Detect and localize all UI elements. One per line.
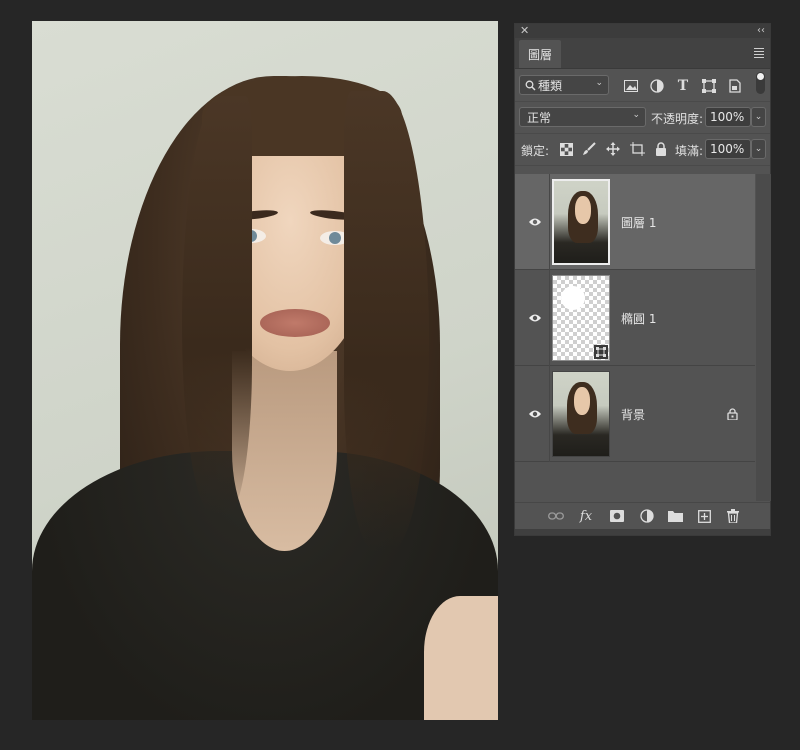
chevron-down-icon: ⌄	[595, 78, 603, 88]
type-filter-icon[interactable]: T	[675, 78, 691, 94]
search-icon	[525, 80, 536, 91]
panel-resize-grip[interactable]	[515, 529, 770, 535]
filter-toggle[interactable]	[756, 72, 765, 94]
blend-row: 正常 ⌄ 不透明度: 100% ⌄	[515, 102, 770, 134]
eye-icon[interactable]	[527, 214, 543, 230]
lock-image-icon[interactable]	[581, 141, 597, 157]
lock-row: 鎖定: 填滿: 100% ⌄	[515, 134, 770, 166]
layer-thumbnail[interactable]	[552, 371, 610, 457]
canvas-image[interactable]	[32, 21, 498, 720]
layer-row-ellipse1[interactable]: 橢圓 1	[515, 270, 755, 366]
layer-name[interactable]: 橢圓 1	[621, 310, 656, 327]
fx-icon[interactable]: fx	[578, 508, 594, 524]
lock-all-icon[interactable]	[653, 141, 669, 157]
panel-tab-bar: 圖層	[515, 38, 770, 69]
opacity-label: 不透明度:	[651, 112, 704, 126]
link-layers-icon[interactable]	[548, 508, 564, 524]
layer-thumbnail[interactable]	[552, 275, 610, 361]
layers-bottom-toolbar: fx	[515, 502, 770, 530]
filter-kind-select[interactable]: 種類 ⌄	[519, 75, 609, 95]
fill-dropdown[interactable]: ⌄	[751, 139, 766, 159]
layer-thumbnail[interactable]	[552, 179, 610, 265]
opacity-dropdown[interactable]: ⌄	[751, 107, 766, 127]
portrait-lips	[260, 309, 330, 337]
opacity-input[interactable]: 100%	[705, 107, 751, 127]
layer-separator	[549, 366, 550, 462]
filter-row: 種類 ⌄ T	[515, 69, 770, 102]
close-icon[interactable]: ✕	[520, 24, 529, 38]
portrait-hair-strand-right	[344, 91, 429, 551]
blend-mode-select[interactable]: 正常 ⌄	[519, 107, 646, 127]
tab-layers[interactable]: 圖層	[519, 40, 561, 68]
add-mask-icon[interactable]	[609, 508, 625, 524]
panel-menu-icon[interactable]	[754, 46, 764, 60]
layer-separator	[549, 270, 550, 366]
filter-kind-label: 種類	[538, 78, 563, 93]
shape-filter-icon[interactable]	[701, 78, 717, 94]
lock-label: 鎖定:	[521, 144, 550, 158]
lock-position-icon[interactable]	[605, 141, 621, 157]
shape-layer-icon	[594, 345, 608, 359]
layer-name[interactable]: 圖層 1	[621, 214, 656, 231]
collapse-icon[interactable]: ‹‹	[757, 24, 765, 38]
layers-panel: ✕ ‹‹ 圖層 種類 ⌄ T 正常 ⌄ 不透明度: 100% ⌄ 鎖定: 填滿:…	[514, 23, 771, 536]
chevron-down-icon: ⌄	[632, 110, 640, 120]
lock-icon	[724, 406, 740, 422]
layers-list: 圖層 1 橢圓 1 背景	[515, 174, 755, 501]
thumb-face	[575, 196, 591, 224]
smart-object-filter-icon[interactable]	[727, 78, 743, 94]
eye-icon[interactable]	[527, 310, 543, 326]
thumb-face	[574, 387, 590, 415]
eye-icon[interactable]	[527, 406, 543, 422]
layer-row-layer1[interactable]: 圖層 1	[515, 174, 755, 270]
layers-scrollbar[interactable]	[756, 174, 771, 501]
lock-artboard-icon[interactable]	[629, 141, 645, 157]
ellipse-shape	[561, 286, 585, 310]
layer-separator	[549, 174, 550, 270]
layer-row-background[interactable]: 背景	[515, 366, 755, 462]
adjustment-layer-icon[interactable]	[639, 508, 655, 524]
fill-input[interactable]: 100%	[705, 139, 751, 159]
portrait-shoulder	[424, 596, 498, 720]
new-layer-icon[interactable]	[696, 508, 712, 524]
image-filter-icon[interactable]	[623, 78, 639, 94]
adjustment-filter-icon[interactable]	[649, 78, 665, 94]
new-group-icon[interactable]	[667, 508, 683, 524]
fill-label: 填滿:	[675, 144, 704, 158]
layer-name[interactable]: 背景	[621, 406, 645, 423]
delete-icon[interactable]	[725, 508, 741, 524]
blend-mode-label: 正常	[527, 110, 552, 125]
panel-title-bar: ✕ ‹‹	[515, 24, 770, 38]
lock-transparent-icon[interactable]	[558, 141, 574, 157]
